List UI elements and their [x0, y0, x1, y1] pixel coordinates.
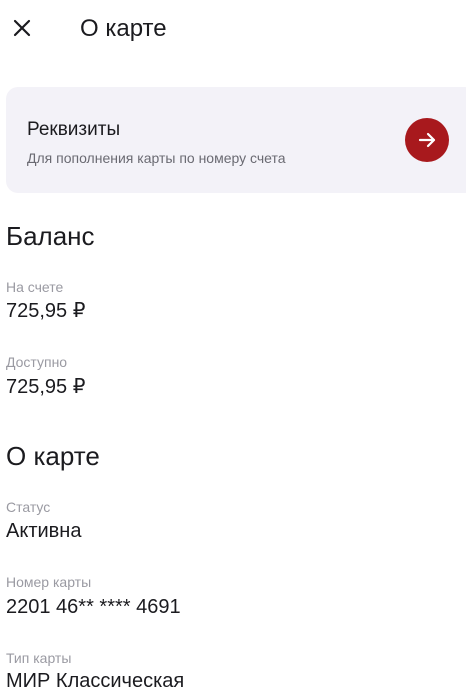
on-account-value: 725,95 ₽ — [6, 300, 86, 322]
arrow-right-icon — [418, 132, 436, 148]
page-title: О карте — [80, 15, 167, 42]
requisites-subtitle: Для пополнения карты по номеру счета — [27, 150, 286, 166]
requisites-card[interactable]: Реквизиты Для пополнения карты по номеру… — [6, 87, 466, 193]
close-button[interactable] — [8, 14, 36, 42]
card-info-screen: О карте Реквизиты Для пополнения карты п… — [0, 0, 466, 691]
card-type-value: МИР Классическая — [6, 670, 185, 691]
on-account-label: На счете — [6, 279, 64, 295]
card-number-value: 2201 46** **** 4691 — [6, 596, 181, 618]
available-label: Доступно — [6, 354, 68, 370]
top-app-bar: О карте — [0, 0, 466, 60]
card-info-section-title: О карте — [6, 441, 100, 471]
close-icon — [13, 19, 31, 37]
status-label: Статус — [6, 499, 51, 515]
card-number-label: Номер карты — [6, 574, 92, 590]
card-type-label: Тип карты — [6, 650, 72, 666]
available-value: 725,95 ₽ — [6, 376, 86, 398]
status-value: Активна — [6, 520, 82, 542]
balance-section-title: Баланс — [6, 221, 95, 251]
requisites-open-button[interactable] — [405, 118, 449, 162]
requisites-title: Реквизиты — [27, 119, 121, 140]
